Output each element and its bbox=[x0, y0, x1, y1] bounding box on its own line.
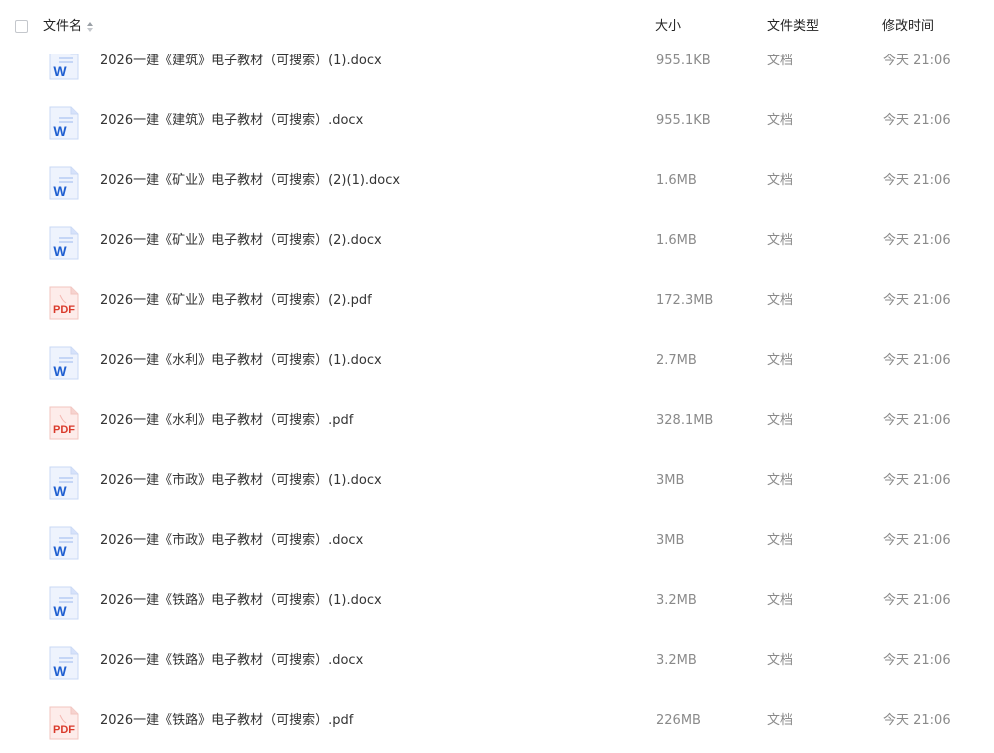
file-type: 文档 bbox=[767, 53, 794, 68]
file-size: 3MB bbox=[656, 533, 685, 548]
file-size: 226MB bbox=[656, 713, 701, 728]
word-doc-icon: W bbox=[48, 346, 80, 380]
file-modified: 今天 21:06 bbox=[883, 653, 951, 668]
file-type: 文档 bbox=[767, 293, 794, 308]
file-type: 文档 bbox=[767, 233, 794, 248]
svg-text:PDF: PDF bbox=[53, 424, 75, 436]
column-header-modified[interactable]: 修改时间 bbox=[882, 18, 934, 36]
file-modified: 今天 21:06 bbox=[883, 713, 951, 728]
svg-text:W: W bbox=[53, 663, 67, 679]
select-all-checkbox[interactable] bbox=[15, 20, 28, 33]
word-doc-icon: W bbox=[48, 466, 80, 500]
svg-text:W: W bbox=[53, 243, 67, 259]
file-type: 文档 bbox=[767, 713, 794, 728]
file-modified: 今天 21:06 bbox=[883, 593, 951, 608]
file-name[interactable]: 2026一建《铁路》电子教材（可搜索）(1).docx bbox=[100, 592, 382, 610]
file-size: 1.6MB bbox=[656, 173, 697, 188]
file-row[interactable]: W 2026一建《市政》电子教材（可搜索）.docx 3MB 文档 今天 21:… bbox=[0, 511, 994, 571]
file-modified: 今天 21:06 bbox=[883, 413, 951, 428]
file-name[interactable]: 2026一建《市政》电子教材（可搜索）.docx bbox=[100, 532, 363, 550]
file-list: W 2026一建《建筑》电子教材（可搜索）(1).docx 955.1KB 文档… bbox=[0, 31, 994, 751]
pdf-doc-icon: PDF bbox=[48, 706, 80, 740]
file-type: 文档 bbox=[767, 653, 794, 668]
file-size: 3MB bbox=[656, 473, 685, 488]
file-size: 955.1KB bbox=[656, 53, 711, 68]
file-modified: 今天 21:06 bbox=[883, 113, 951, 128]
file-row[interactable]: W 2026一建《矿业》电子教材（可搜索）(2)(1).docx 1.6MB 文… bbox=[0, 151, 994, 211]
word-doc-icon: W bbox=[48, 166, 80, 200]
file-size: 955.1KB bbox=[656, 113, 711, 128]
file-row[interactable]: W 2026一建《铁路》电子教材（可搜索）(1).docx 3.2MB 文档 今… bbox=[0, 571, 994, 631]
file-name[interactable]: 2026一建《水利》电子教材（可搜索）(1).docx bbox=[100, 352, 382, 370]
file-list-header: 文件名 大小 文件类型 修改时间 bbox=[0, 0, 994, 54]
file-type: 文档 bbox=[767, 113, 794, 128]
file-row[interactable]: W 2026一建《市政》电子教材（可搜索）(1).docx 3MB 文档 今天 … bbox=[0, 451, 994, 511]
file-size: 2.7MB bbox=[656, 353, 697, 368]
word-doc-icon: W bbox=[48, 646, 80, 680]
svg-text:PDF: PDF bbox=[53, 724, 75, 736]
svg-text:PDF: PDF bbox=[53, 304, 75, 316]
file-size: 3.2MB bbox=[656, 653, 697, 668]
column-header-size[interactable]: 大小 bbox=[655, 18, 681, 36]
file-modified: 今天 21:06 bbox=[883, 173, 951, 188]
file-type: 文档 bbox=[767, 533, 794, 548]
file-size: 172.3MB bbox=[656, 293, 714, 308]
file-size: 3.2MB bbox=[656, 593, 697, 608]
file-name[interactable]: 2026一建《建筑》电子教材（可搜索）.docx bbox=[100, 112, 363, 130]
word-doc-icon: W bbox=[48, 526, 80, 560]
file-row[interactable]: W 2026一建《矿业》电子教材（可搜索）(2).docx 1.6MB 文档 今… bbox=[0, 211, 994, 271]
file-type: 文档 bbox=[767, 353, 794, 368]
file-modified: 今天 21:06 bbox=[883, 293, 951, 308]
file-type: 文档 bbox=[767, 473, 794, 488]
column-header-type[interactable]: 文件类型 bbox=[767, 18, 819, 36]
word-doc-icon: W bbox=[48, 106, 80, 140]
word-doc-icon: W bbox=[48, 226, 80, 260]
file-name[interactable]: 2026一建《矿业》电子教材（可搜索）(2).pdf bbox=[100, 292, 372, 310]
column-header-name[interactable]: 文件名 bbox=[43, 18, 82, 36]
file-modified: 今天 21:06 bbox=[883, 473, 951, 488]
file-modified: 今天 21:06 bbox=[883, 233, 951, 248]
file-row[interactable]: W 2026一建《铁路》电子教材（可搜索）.docx 3.2MB 文档 今天 2… bbox=[0, 631, 994, 691]
file-name[interactable]: 2026一建《市政》电子教材（可搜索）(1).docx bbox=[100, 472, 382, 490]
file-row[interactable]: PDF 2026一建《铁路》电子教材（可搜索）.pdf 226MB 文档 今天 … bbox=[0, 691, 994, 751]
file-name[interactable]: 2026一建《建筑》电子教材（可搜索）(1).docx bbox=[100, 52, 382, 70]
file-size: 1.6MB bbox=[656, 233, 697, 248]
file-size: 328.1MB bbox=[656, 413, 714, 428]
file-type: 文档 bbox=[767, 413, 794, 428]
file-type: 文档 bbox=[767, 593, 794, 608]
file-row[interactable]: W 2026一建《水利》电子教材（可搜索）(1).docx 2.7MB 文档 今… bbox=[0, 331, 994, 391]
file-name[interactable]: 2026一建《铁路》电子教材（可搜索）.pdf bbox=[100, 712, 353, 730]
file-type: 文档 bbox=[767, 173, 794, 188]
word-doc-icon: W bbox=[48, 586, 80, 620]
file-name[interactable]: 2026一建《矿业》电子教材（可搜索）(2)(1).docx bbox=[100, 172, 400, 190]
file-name[interactable]: 2026一建《水利》电子教材（可搜索）.pdf bbox=[100, 412, 353, 430]
svg-text:W: W bbox=[53, 63, 67, 79]
svg-text:W: W bbox=[53, 183, 67, 199]
svg-text:W: W bbox=[53, 543, 67, 559]
file-name[interactable]: 2026一建《矿业》电子教材（可搜索）(2).docx bbox=[100, 232, 382, 250]
svg-text:W: W bbox=[53, 363, 67, 379]
svg-text:W: W bbox=[53, 483, 67, 499]
file-name[interactable]: 2026一建《铁路》电子教材（可搜索）.docx bbox=[100, 652, 363, 670]
sort-icon[interactable] bbox=[86, 20, 94, 34]
svg-text:W: W bbox=[53, 123, 67, 139]
pdf-doc-icon: PDF bbox=[48, 286, 80, 320]
file-row[interactable]: W 2026一建《建筑》电子教材（可搜索）.docx 955.1KB 文档 今天… bbox=[0, 91, 994, 151]
svg-text:W: W bbox=[53, 603, 67, 619]
file-modified: 今天 21:06 bbox=[883, 53, 951, 68]
file-row[interactable]: PDF 2026一建《水利》电子教材（可搜索）.pdf 328.1MB 文档 今… bbox=[0, 391, 994, 451]
file-modified: 今天 21:06 bbox=[883, 353, 951, 368]
pdf-doc-icon: PDF bbox=[48, 406, 80, 440]
file-modified: 今天 21:06 bbox=[883, 533, 951, 548]
file-row[interactable]: PDF 2026一建《矿业》电子教材（可搜索）(2).pdf 172.3MB 文… bbox=[0, 271, 994, 331]
